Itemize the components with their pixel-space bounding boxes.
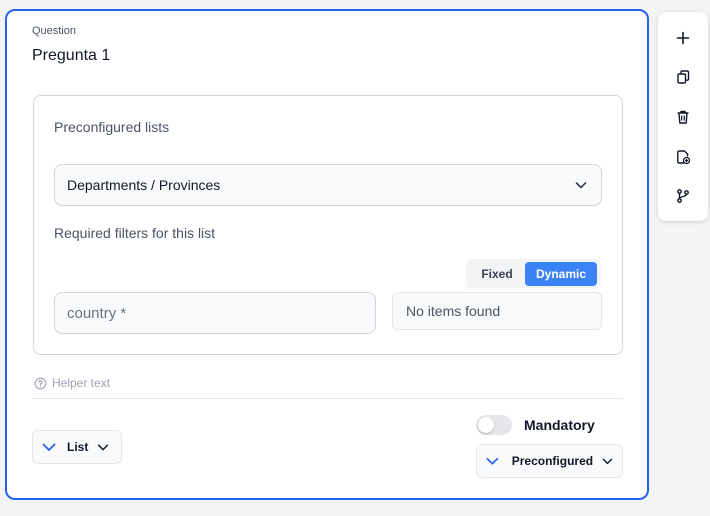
duplicate-question-button[interactable] [668,63,698,93]
branch-icon [677,189,689,204]
mandatory-label: Mandatory [524,417,595,433]
question-type-label: List [67,440,89,454]
chevron-down-icon [42,443,56,451]
question-label: Question [32,25,77,37]
mode-fixed-button[interactable]: Fixed [469,262,525,286]
list-source-label: Preconfigured [511,454,594,468]
mode-dynamic-button[interactable]: Dynamic [525,262,597,286]
no-items-message: No items found [392,292,602,330]
country-filter-input[interactable] [54,292,376,334]
list-source-dropdown[interactable]: Preconfigured [476,444,623,478]
question-title[interactable]: Pregunta 1 [32,47,110,65]
filter-mode-toggle: Fixed Dynamic [466,259,601,289]
help-circle-icon [34,377,47,389]
trash-icon [677,110,689,124]
panel-title: Preconfigured lists [54,119,170,135]
toggle-knob [478,417,494,433]
list-select[interactable]: Departments / Provinces [54,164,602,206]
question-card: Question Pregunta 1 Preconfigured lists … [5,9,649,500]
import-icon [677,149,691,164]
question-toolbar [658,12,708,221]
mandatory-toggle[interactable] [476,415,512,435]
divider [32,398,623,399]
chevron-down-icon [602,458,613,465]
delete-question-button[interactable] [668,102,698,132]
helper-text-button[interactable]: Helper text [34,376,110,390]
import-question-button[interactable] [668,142,698,172]
preconfigured-lists-panel: Preconfigured lists Departments / Provin… [33,95,623,355]
branch-logic-button[interactable] [668,181,698,211]
plus-icon [676,31,690,45]
chevron-down-icon [575,182,587,189]
chevron-down-icon [486,457,499,465]
filters-title: Required filters for this list [54,225,216,241]
add-question-button[interactable] [668,23,698,53]
duplicate-icon [677,70,690,85]
selected-list-value: Departments / Provinces [67,177,221,193]
question-type-dropdown[interactable]: List [32,430,122,464]
helper-text-label: Helper text [52,376,111,390]
chevron-down-icon [98,444,109,451]
